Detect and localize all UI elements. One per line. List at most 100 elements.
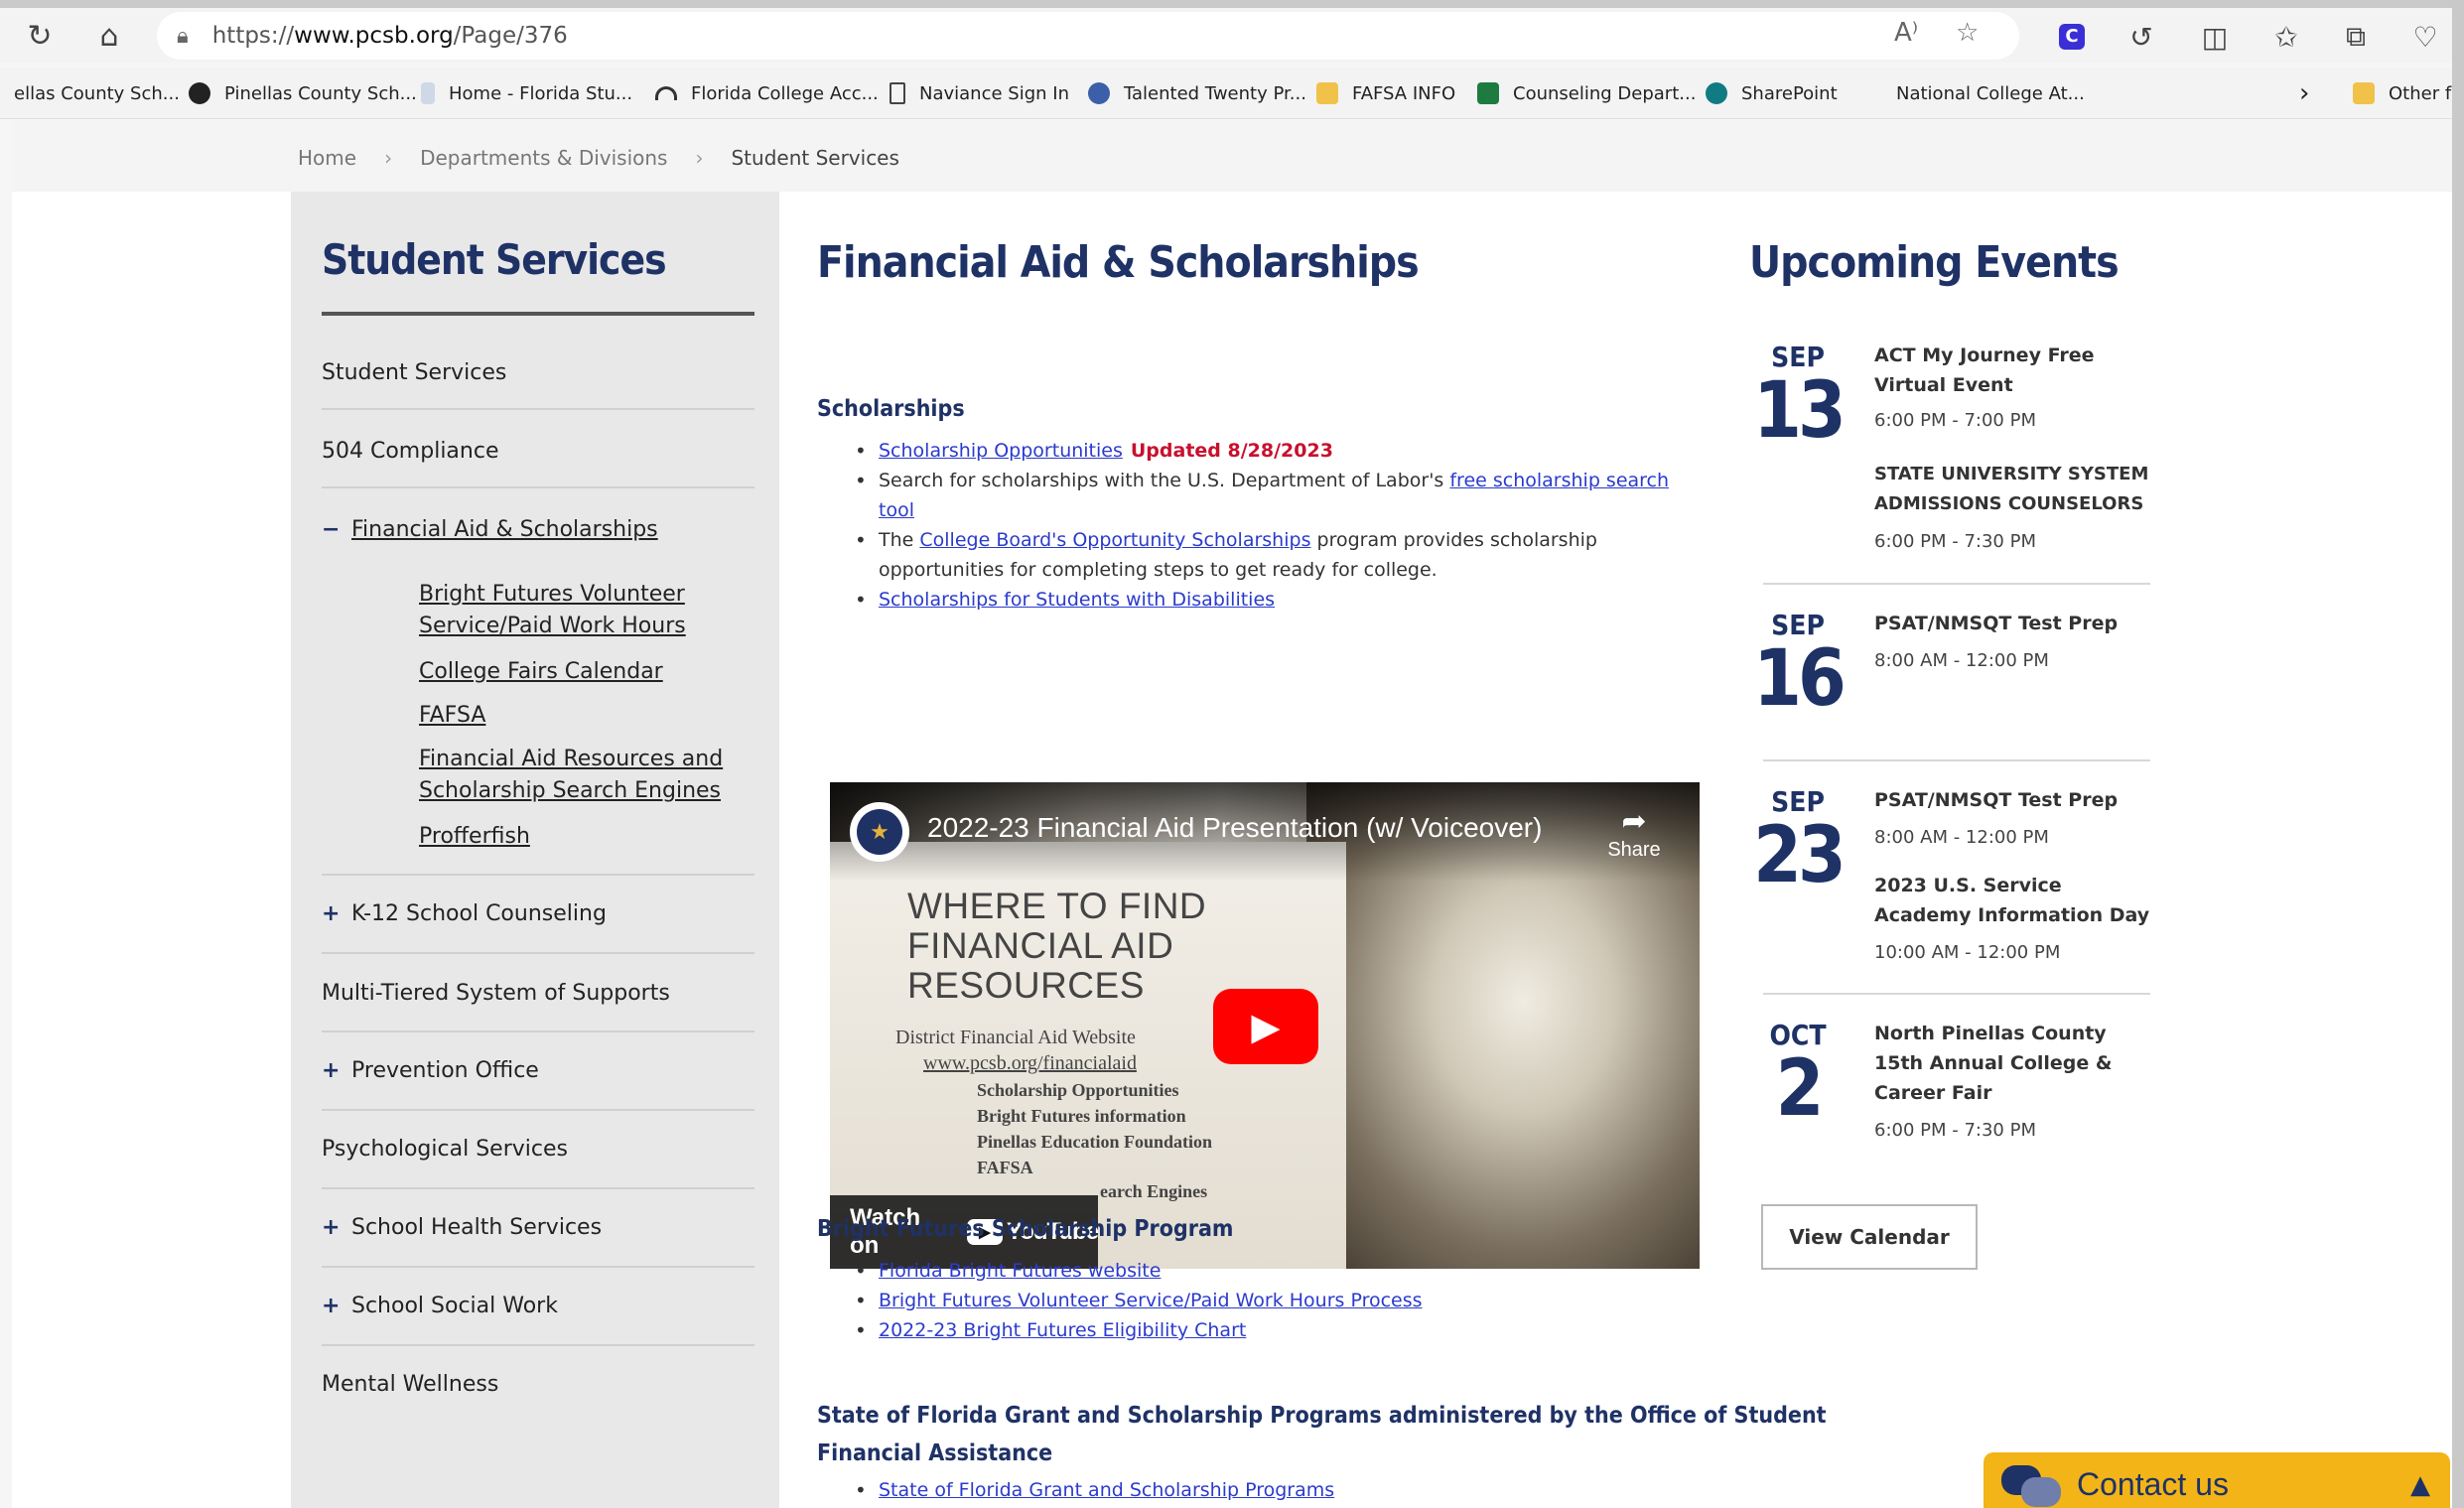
favorite-item[interactable]: Pinellas County Sch... bbox=[189, 77, 417, 109]
favorite-item[interactable]: Florida College Acc... bbox=[655, 77, 879, 109]
sidebar-item-mtss[interactable]: Multi-Tiered System of Supports bbox=[322, 981, 754, 1006]
contact-us-widget[interactable]: Contact us ▲ bbox=[1984, 1452, 2450, 1508]
favorite-star-icon[interactable]: ☆ bbox=[1956, 18, 1979, 48]
list-item: State of Florida Grant and Scholarship P… bbox=[817, 1475, 1711, 1505]
chat-bubbles-icon bbox=[2001, 1461, 2063, 1507]
event-title[interactable]: PSAT/NMSQT Test Prep bbox=[1874, 609, 2152, 638]
favorite-item[interactable]: Other fa bbox=[2353, 77, 2452, 109]
event-day: 23 bbox=[1753, 811, 1847, 900]
sidebar-subitem-profferfish[interactable]: Profferfish bbox=[419, 821, 737, 853]
sidebar: Student Services Student Services 504 Co… bbox=[291, 192, 779, 1508]
sidebar-subitem-bright-futures[interactable]: Bright Futures Volunteer Service/Paid Wo… bbox=[419, 579, 737, 642]
page-icon bbox=[421, 82, 435, 104]
chevron-right-icon[interactable]: › bbox=[2299, 77, 2309, 109]
list-item: Florida Bright Futures website bbox=[817, 1256, 1711, 1286]
extension-icon[interactable]: ↺ bbox=[2119, 14, 2164, 60]
event-time: 6:00 PM - 7:30 PM bbox=[1874, 1120, 2036, 1141]
favorite-item[interactable]: ellas County Sch... bbox=[14, 77, 180, 109]
sidebar-subitem-fafsa[interactable]: FAFSA bbox=[419, 700, 737, 732]
divider bbox=[322, 952, 754, 954]
bright-futures-hours-link[interactable]: Bright Futures Volunteer Service/Paid Wo… bbox=[879, 1290, 1423, 1311]
folder-icon bbox=[2353, 82, 2375, 104]
share-button[interactable]: ➦ Share bbox=[1594, 804, 1674, 862]
extension-c-icon[interactable]: C bbox=[2049, 14, 2095, 60]
address-bar[interactable]: 🔒︎ https://www.pcsb.org/Page/376 A⁾ ☆ bbox=[157, 12, 2019, 60]
sidebar-subitem-financial-aid-resources[interactable]: Financial Aid Resources and Scholarship … bbox=[419, 744, 737, 807]
event-day: 16 bbox=[1753, 634, 1847, 724]
event-title[interactable]: ACT My Journey Free Virtual Event bbox=[1874, 341, 2152, 400]
url-text: https://www.pcsb.org/Page/376 bbox=[211, 23, 568, 49]
scholarships-heading: Scholarships bbox=[817, 396, 965, 422]
event-time: 8:00 AM - 12:00 PM bbox=[1874, 827, 2049, 848]
home-icon[interactable]: ⌂ bbox=[83, 10, 135, 62]
state-programs-link[interactable]: State of Florida Grant and Scholarship P… bbox=[879, 1479, 1334, 1501]
sidebar-item-financial-aid[interactable]: − Financial Aid & Scholarships bbox=[322, 517, 754, 542]
sidebar-item-k12-counseling[interactable]: + K-12 School Counseling bbox=[322, 901, 754, 926]
event-title[interactable]: PSAT/NMSQT Test Prep bbox=[1874, 785, 2152, 815]
favorite-item[interactable]: Naviance Sign In bbox=[890, 77, 1069, 109]
bright-futures-heading: Bright Futures Scholarship Program bbox=[817, 1216, 1234, 1242]
event-title[interactable]: 2023 U.S. Service Academy Information Da… bbox=[1874, 871, 2152, 930]
sidebar-item-psychological-services[interactable]: Psychological Services bbox=[322, 1137, 754, 1162]
divider bbox=[322, 1109, 754, 1111]
bright-futures-list: Florida Bright Futures website Bright Fu… bbox=[817, 1256, 1711, 1345]
bookmark-icon bbox=[1088, 82, 1110, 104]
video-title[interactable]: 2022-23 Financial Aid Presentation (w/ V… bbox=[927, 812, 1542, 844]
browser-essentials-icon[interactable]: ♡ bbox=[2402, 14, 2448, 60]
scholarship-opportunities-link[interactable]: Scholarship Opportunities bbox=[879, 440, 1123, 462]
sidebar-item-mental-wellness[interactable]: Mental Wellness bbox=[322, 1372, 754, 1397]
contact-us-label: Contact us bbox=[2077, 1465, 2229, 1502]
favorite-item[interactable]: Talented Twenty Pr... bbox=[1088, 77, 1306, 109]
divider bbox=[1763, 583, 2150, 585]
collections-icon[interactable]: ⧉ bbox=[2333, 14, 2379, 60]
reload-icon[interactable]: ↻ bbox=[14, 10, 66, 62]
favorite-item[interactable]: Home - Florida Stu... bbox=[421, 77, 632, 109]
favorites-bar: ellas County Sch... Pinellas County Sch.… bbox=[0, 68, 2452, 119]
events-title: Upcoming Events bbox=[1749, 237, 2120, 288]
favorite-item[interactable]: SharePoint bbox=[1706, 77, 1838, 109]
play-button[interactable]: ▶ bbox=[1213, 989, 1318, 1064]
event-day: 2 bbox=[1775, 1044, 1825, 1134]
list-item: 2022-23 Bright Futures Eligibility Chart bbox=[817, 1315, 1711, 1345]
event-time: 6:00 PM - 7:30 PM bbox=[1874, 531, 2036, 552]
breadcrumb-section[interactable]: Departments & Divisions bbox=[420, 146, 667, 170]
disabilities-scholarships-link[interactable]: Scholarships for Students with Disabilit… bbox=[879, 589, 1275, 611]
list-item: Search for scholarships with the U.S. De… bbox=[817, 466, 1711, 525]
sidebar-item-school-health[interactable]: + School Health Services bbox=[322, 1215, 754, 1240]
event-day: 13 bbox=[1753, 366, 1847, 456]
dol-scholarship-search-link-tool[interactable]: tool bbox=[879, 499, 914, 521]
excel-icon bbox=[1477, 82, 1499, 104]
divider bbox=[322, 408, 754, 410]
event-title[interactable]: North Pinellas County 15th Annual Colleg… bbox=[1874, 1019, 2152, 1108]
bookmark-icon bbox=[189, 82, 210, 104]
view-calendar-button[interactable]: View Calendar bbox=[1761, 1204, 1978, 1270]
divider bbox=[322, 1030, 754, 1032]
favorite-item[interactable]: FAFSA INFO bbox=[1316, 77, 1455, 109]
sidebar-item-school-social-work[interactable]: + School Social Work bbox=[322, 1294, 754, 1318]
split-screen-icon[interactable]: ◫ bbox=[2192, 14, 2238, 60]
sidebar-item-student-services[interactable]: Student Services bbox=[322, 360, 754, 385]
event-title[interactable]: STATE UNIVERSITY SYSTEM ADMISSIONS COUNS… bbox=[1874, 460, 2152, 519]
sidebar-item-504-compliance[interactable]: 504 Compliance bbox=[322, 439, 754, 464]
favorite-item[interactable]: Counseling Depart... bbox=[1477, 77, 1696, 109]
bright-futures-website-link[interactable]: Florida Bright Futures website bbox=[879, 1260, 1161, 1282]
bookmark-icon bbox=[655, 86, 677, 100]
breadcrumb-home[interactable]: Home bbox=[298, 146, 356, 170]
channel-avatar[interactable]: ★ bbox=[850, 802, 909, 862]
list-item: The College Board's Opportunity Scholars… bbox=[817, 525, 1711, 585]
divider bbox=[1763, 759, 2150, 761]
read-aloud-icon[interactable]: A⁾ bbox=[1894, 18, 1918, 48]
expand-icon: + bbox=[322, 901, 341, 926]
expand-icon: + bbox=[322, 1294, 341, 1318]
bright-futures-chart-link[interactable]: 2022-23 Bright Futures Eligibility Chart bbox=[879, 1319, 1246, 1341]
dol-scholarship-search-link[interactable]: free scholarship search bbox=[1449, 470, 1669, 491]
college-board-link[interactable]: College Board's Opportunity Scholarships bbox=[919, 529, 1310, 551]
list-item: Scholarships for Students with Disabilit… bbox=[817, 585, 1711, 615]
sidebar-subitem-college-fairs[interactable]: College Fairs Calendar bbox=[419, 656, 737, 688]
sidebar-item-prevention-office[interactable]: + Prevention Office bbox=[322, 1058, 754, 1083]
favorites-icon[interactable]: ✩ bbox=[2263, 14, 2309, 60]
divider bbox=[322, 486, 754, 488]
favorite-item[interactable]: National College At... bbox=[1896, 77, 2085, 109]
divider bbox=[322, 312, 754, 316]
video-player[interactable]: WHERE TO FIND FINANCIAL AID RESOURCES Di… bbox=[830, 782, 1700, 1269]
